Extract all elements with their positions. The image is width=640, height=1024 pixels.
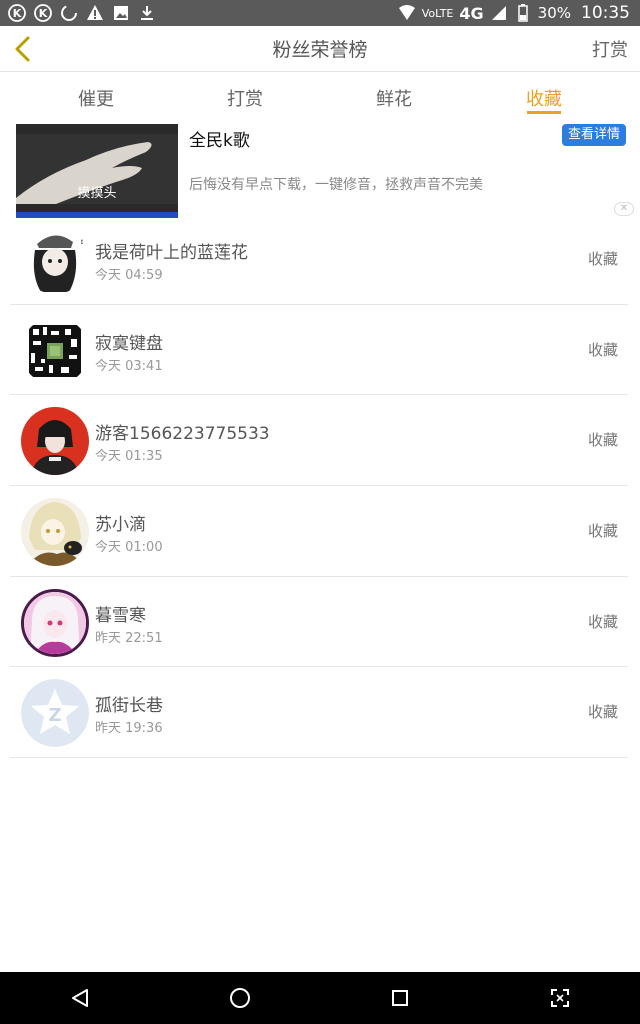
- list-item[interactable]: 游客1566223775533 今天 01:35 收藏: [10, 395, 628, 487]
- fan-time: 今天 01:00: [95, 540, 163, 556]
- fan-time: 今天 04:59: [95, 268, 163, 283]
- ad-description: 后悔没有早点下载，一键修音，拯救声音不完美: [189, 177, 483, 193]
- anime-boy-red-avatar-icon: [21, 407, 89, 476]
- network-type: 4G: [459, 3, 484, 23]
- svg-text:Z: Z: [48, 705, 61, 726]
- fan-action-label: 收藏: [587, 250, 618, 268]
- avatar[interactable]: ?: [21, 226, 89, 294]
- triangle-back-icon: [72, 989, 88, 1007]
- page-title: 粉丝荣誉榜: [272, 39, 368, 61]
- fan-name: 孤街长巷: [95, 696, 163, 717]
- avatar[interactable]: [21, 316, 89, 385]
- list-item[interactable]: 寂寞键盘 今天 03:41 收藏: [10, 305, 628, 396]
- fan-name: 暮雪寒: [95, 605, 146, 626]
- fan-action-label: 收藏: [587, 431, 618, 450]
- qr-code-avatar-icon: [21, 316, 89, 385]
- fan-time: 今天 03:41: [95, 358, 163, 374]
- avatar[interactable]: [21, 407, 89, 476]
- list-item[interactable]: Z 孤街长巷 昨天 19:36 收藏: [10, 667, 628, 759]
- fan-action-label: 收藏: [587, 703, 618, 722]
- svg-text:K: K: [13, 7, 22, 20]
- fan-action-label: 收藏: [587, 522, 618, 541]
- clock: 10:35: [581, 3, 630, 23]
- anime-blonde-avatar-icon: [21, 498, 89, 567]
- fan-time: 昨天 19:36: [95, 721, 163, 737]
- ad-title: 全民k歌: [189, 131, 250, 151]
- nav-home-button[interactable]: [220, 978, 260, 1018]
- circle-home-icon: [230, 988, 250, 1008]
- fan-name: 寂寞键盘: [95, 333, 163, 354]
- nav-back-button[interactable]: [60, 978, 100, 1018]
- tab-bar: 催更 打赏 鲜花 收藏: [0, 73, 640, 118]
- tab-favorites[interactable]: 收藏: [504, 85, 584, 111]
- battery-level: 30%: [537, 4, 571, 22]
- fan-action-label: 收藏: [587, 340, 618, 359]
- list-item[interactable]: 暮雪寒 昨天 22:51 收藏: [10, 577, 628, 668]
- fan-time: 今天 01:35: [95, 449, 163, 465]
- default-star-avatar-icon: Z: [21, 679, 89, 748]
- tab-urge[interactable]: 催更: [56, 85, 136, 111]
- warning-icon: [86, 4, 104, 22]
- hotspot-icon: [398, 4, 416, 22]
- view-details-button[interactable]: 查看详情: [561, 124, 626, 146]
- reward-button[interactable]: 打赏: [592, 36, 628, 62]
- k-app-icon: K: [34, 4, 52, 22]
- square-recents-icon: [392, 990, 408, 1006]
- k-app-icon: K: [8, 4, 26, 22]
- signal-icon: [490, 4, 508, 22]
- ad-image[interactable]: 摸摸头: [16, 124, 178, 218]
- fan-list: ? 我是荷叶上的蓝莲花 今天 04:59 收藏 寂寞键盘 今天 03:41 收藏: [10, 214, 628, 759]
- system-nav-bar: [0, 972, 640, 1024]
- volte-label: VoLTE: [421, 6, 454, 20]
- image-icon: [112, 4, 130, 22]
- fan-name: 我是荷叶上的蓝莲花: [95, 243, 248, 263]
- active-tab-indicator: [527, 111, 561, 114]
- tab-flowers[interactable]: 鲜花: [354, 85, 434, 111]
- app-bar: 粉丝荣誉榜 打赏: [0, 26, 640, 72]
- avatar[interactable]: [21, 588, 89, 657]
- avatar[interactable]: [21, 498, 89, 567]
- anime-pink-avatar-icon: [24, 591, 86, 654]
- nav-screenshot-button[interactable]: [540, 978, 580, 1018]
- list-item[interactable]: 苏小滴 今天 01:00 收藏: [10, 486, 628, 577]
- fan-time: 昨天 22:51: [95, 630, 163, 646]
- battery-icon: [514, 4, 532, 22]
- list-item[interactable]: ? 我是荷叶上的蓝莲花 今天 04:59 收藏: [10, 214, 628, 305]
- tab-reward[interactable]: 打赏: [205, 85, 285, 111]
- svg-text:K: K: [39, 7, 48, 20]
- anime-girl-avatar-icon: ?: [21, 226, 89, 294]
- ad-image-caption: 摸摸头: [77, 186, 117, 201]
- svg-text:?: ?: [79, 233, 85, 247]
- fan-name: 游客1566223775533: [95, 424, 270, 445]
- avatar[interactable]: Z: [21, 679, 89, 748]
- loading-icon: [60, 4, 78, 22]
- download-icon: [138, 4, 156, 22]
- fan-name: 苏小滴: [95, 515, 146, 536]
- fan-action-label: 收藏: [587, 612, 618, 631]
- ad-banner[interactable]: 摸摸头 全民k歌 后悔没有早点下载，一键修音，拯救声音不完美 查看详情 ✕: [0, 118, 640, 220]
- status-bar: K K VoLTE 4G 30% 10:35: [0, 0, 640, 26]
- screenshot-icon: [551, 989, 569, 1007]
- nav-recents-button[interactable]: [380, 978, 420, 1018]
